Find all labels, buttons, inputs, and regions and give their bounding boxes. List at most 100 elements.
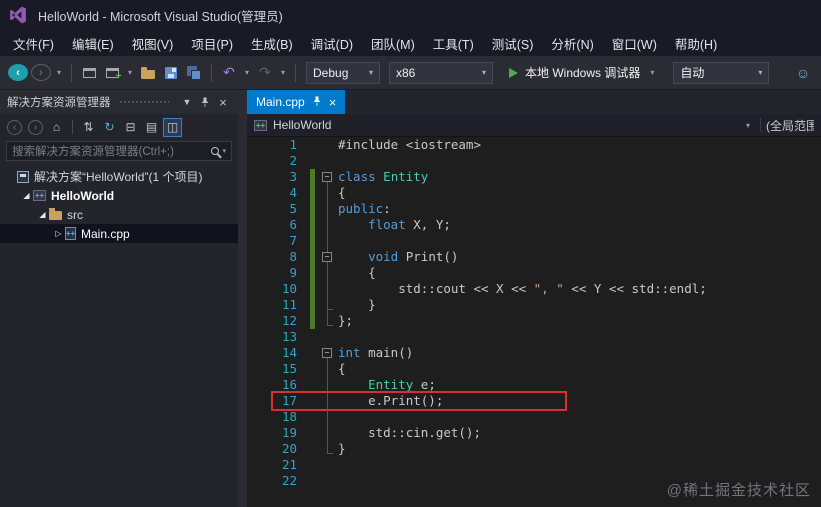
panel-splitter[interactable]: [238, 90, 247, 507]
navigate-backward-icon[interactable]: ‹: [8, 64, 28, 81]
code-line-11[interactable]: 11 }: [247, 297, 821, 313]
line-number: 13: [281, 329, 297, 344]
code-segment-txt: main(): [360, 345, 414, 360]
redo-caret-icon[interactable]: ▾: [278, 68, 288, 77]
code-line-13[interactable]: 13: [247, 329, 821, 345]
navigation-caret-icon[interactable]: ▾: [54, 68, 64, 77]
add-item-caret-icon[interactable]: ▾: [125, 68, 135, 77]
menu-item-1[interactable]: 编辑(E): [63, 30, 123, 57]
search-caret-icon[interactable]: ▾: [222, 147, 226, 155]
code-line-18[interactable]: 18: [247, 409, 821, 425]
nav-project-dropdown[interactable]: HelloWorld: [273, 118, 331, 132]
tree-item-label: HelloWorld: [51, 188, 115, 203]
code-segment-txt: #include <iostream>: [338, 137, 481, 152]
menu-item-0[interactable]: 文件(F): [4, 30, 63, 57]
code-line-21[interactable]: 21: [247, 457, 821, 473]
preview-selected-items-icon[interactable]: ◫: [163, 117, 182, 137]
tab-main-cpp[interactable]: Main.cpp ×: [247, 90, 346, 114]
project-icon: ++: [254, 119, 267, 131]
new-project-icon[interactable]: [79, 62, 99, 84]
redo-icon[interactable]: ↷: [255, 62, 275, 84]
refresh-icon[interactable]: ↻: [100, 118, 119, 137]
code-line-5[interactable]: 5 public:: [247, 201, 821, 217]
feedback-icon[interactable]: ☺: [793, 62, 813, 84]
code-line-12[interactable]: 12};: [247, 313, 821, 329]
close-icon[interactable]: ×: [215, 94, 231, 110]
tree-item-solution-node[interactable]: 解决方案“HelloWorld”(1 个项目): [0, 167, 238, 186]
code-line-4[interactable]: 4{: [247, 185, 821, 201]
menu-item-2[interactable]: 视图(V): [123, 30, 183, 57]
pin-icon[interactable]: [312, 95, 322, 109]
code-line-17[interactable]: 17 e.Print();: [247, 393, 821, 409]
configuration-value: Debug: [313, 65, 349, 80]
platform-combo[interactable]: x86 ▾: [389, 61, 493, 84]
code-line-15[interactable]: 15 {: [247, 361, 821, 377]
line-number: 8: [289, 249, 297, 264]
expander-icon[interactable]: ◢: [20, 191, 33, 200]
code-segment-txt: [338, 249, 368, 264]
undo-caret-icon[interactable]: ▾: [242, 68, 252, 77]
code-line-1[interactable]: 1 #include <iostream>: [247, 137, 821, 153]
code-line-20[interactable]: 20}: [247, 441, 821, 457]
menu-item-8[interactable]: 测试(S): [483, 30, 543, 57]
close-icon[interactable]: ×: [329, 95, 337, 110]
search-icon[interactable]: [211, 147, 220, 155]
expander-icon[interactable]: ◢: [36, 210, 49, 219]
line-number: 9: [289, 265, 297, 280]
code-line-10[interactable]: 10 std::cout << X << ", " << Y << std::e…: [247, 281, 821, 297]
line-number: 2: [289, 153, 297, 168]
save-icon[interactable]: [161, 62, 181, 84]
menu-item-7[interactable]: 工具(T): [424, 30, 483, 57]
show-all-files-icon[interactable]: ▤: [142, 118, 161, 137]
code-line-9[interactable]: 9 {: [247, 265, 821, 281]
line-number: 1: [289, 137, 297, 152]
undo-icon[interactable]: ↶: [219, 62, 239, 84]
menu-item-3[interactable]: 项目(P): [182, 30, 242, 57]
auto-combo[interactable]: 自动 ▾: [673, 61, 770, 84]
expander-icon[interactable]: ▷: [52, 229, 65, 238]
menu-item-11[interactable]: 帮助(H): [666, 30, 726, 57]
save-all-icon[interactable]: [184, 62, 204, 84]
menu-item-10[interactable]: 窗口(W): [603, 30, 666, 57]
configuration-combo[interactable]: Debug ▾: [306, 61, 380, 84]
open-file-icon[interactable]: [138, 62, 158, 84]
navigate-back-icon[interactable]: ‹: [7, 119, 22, 135]
code-segment-txt: X, Y;: [405, 217, 451, 232]
home-icon[interactable]: ⌂: [47, 118, 66, 137]
code-line-6[interactable]: 6 float X, Y;: [247, 217, 821, 233]
code-line-3[interactable]: 3 class Entity: [247, 169, 821, 185]
code-line-2[interactable]: 2: [247, 153, 821, 169]
menu-item-5[interactable]: 调试(D): [302, 30, 362, 57]
menu-item-4[interactable]: 生成(B): [242, 30, 302, 57]
code-line-14[interactable]: 14 int main(): [247, 345, 821, 361]
navigate-forward-icon[interactable]: ›: [28, 119, 43, 135]
window-title: HelloWorld - Microsoft Visual Studio(管理员…: [38, 9, 283, 24]
menu-item-6[interactable]: 团队(M): [362, 30, 424, 57]
add-new-item-icon[interactable]: [102, 62, 122, 84]
fold-toggle-icon[interactable]: −: [322, 348, 332, 358]
solution-search-input[interactable]: 搜索解决方案资源管理器(Ctrl+;) ▾: [6, 141, 232, 161]
nav-scope-dropdown[interactable]: (全局范围): [766, 117, 814, 134]
code-line-19[interactable]: 19 std::cin.get();: [247, 425, 821, 441]
panel-grip[interactable]: [118, 99, 169, 105]
code-line-8[interactable]: 8 void Print(): [247, 249, 821, 265]
window-position-icon[interactable]: ▼: [179, 94, 195, 110]
code-line-7[interactable]: 7: [247, 233, 821, 249]
tree-item-file-main-cpp[interactable]: ▷ ++ Main.cpp: [0, 224, 238, 243]
chevron-down-icon: ▾: [481, 68, 486, 77]
line-number: 16: [281, 377, 297, 392]
collapse-all-icon[interactable]: ⊟: [121, 118, 140, 137]
pin-icon[interactable]: [197, 94, 213, 110]
menu-item-9[interactable]: 分析(N): [542, 30, 602, 57]
code-line-16[interactable]: 16 Entity e;: [247, 377, 821, 393]
fold-toggle-icon[interactable]: −: [322, 252, 332, 262]
fold-toggle-icon[interactable]: −: [322, 172, 332, 182]
start-debugging-button[interactable]: 本地 Windows 调试器 ▾: [501, 61, 665, 85]
sync-with-active-document-icon[interactable]: ⇅: [79, 118, 98, 137]
panel-header[interactable]: 解决方案资源管理器 ▼ ×: [0, 90, 238, 114]
tree-item-folder-src[interactable]: ◢ src: [0, 205, 238, 224]
navigate-forward-icon[interactable]: ›: [31, 64, 51, 81]
code-area[interactable]: 1 #include <iostream> 2 3 class Entity 4{5 pub…: [247, 137, 821, 507]
chevron-down-icon[interactable]: ▾: [746, 121, 750, 130]
tree-item-project-helloworld[interactable]: ◢ ++ HelloWorld: [0, 186, 238, 205]
